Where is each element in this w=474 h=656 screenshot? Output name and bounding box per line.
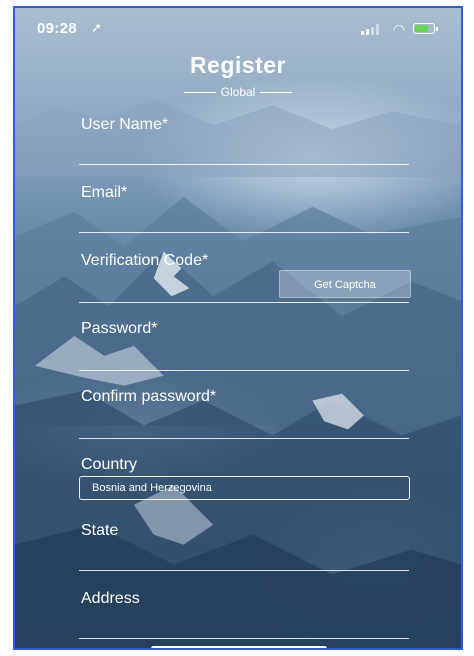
state-field[interactable] (79, 570, 409, 571)
email-field[interactable] (79, 232, 409, 233)
email-label: Email* (81, 184, 128, 201)
country-label: Country (81, 456, 138, 473)
user-name-field[interactable] (79, 164, 409, 165)
confirm-password-label: Confirm password* (81, 388, 217, 405)
wifi-icon: ◠ (392, 21, 405, 37)
password-field[interactable] (79, 370, 409, 371)
verification-code-label: Verification Code* (81, 252, 209, 269)
verification-code-field[interactable] (79, 302, 409, 303)
country-select[interactable]: Bosnia and Herzegovina (79, 476, 410, 500)
home-indicator[interactable] (151, 646, 327, 648)
status-bar: 09:28 ➚ ◠ (15, 18, 461, 40)
get-captcha-button[interactable]: Get Captcha (279, 270, 411, 298)
page-subtitle: Global (15, 85, 461, 99)
password-label: Password* (81, 320, 158, 337)
clock-time: 09:28 (37, 20, 77, 37)
address-field[interactable] (79, 638, 409, 639)
state-label: State (81, 522, 119, 539)
confirm-password-field[interactable] (79, 438, 409, 439)
signal-icon (361, 24, 379, 35)
address-label: Address (81, 590, 140, 607)
subtitle-text: Global (220, 85, 256, 99)
app-screen: 09:28 ➚ ◠ Register Global User Name* Ema… (13, 6, 463, 650)
location-arrow-icon: ➚ (91, 20, 102, 35)
page-title: Register (189, 52, 287, 78)
battery-charging-icon (413, 23, 438, 34)
user-name-label: User Name* (81, 116, 169, 133)
